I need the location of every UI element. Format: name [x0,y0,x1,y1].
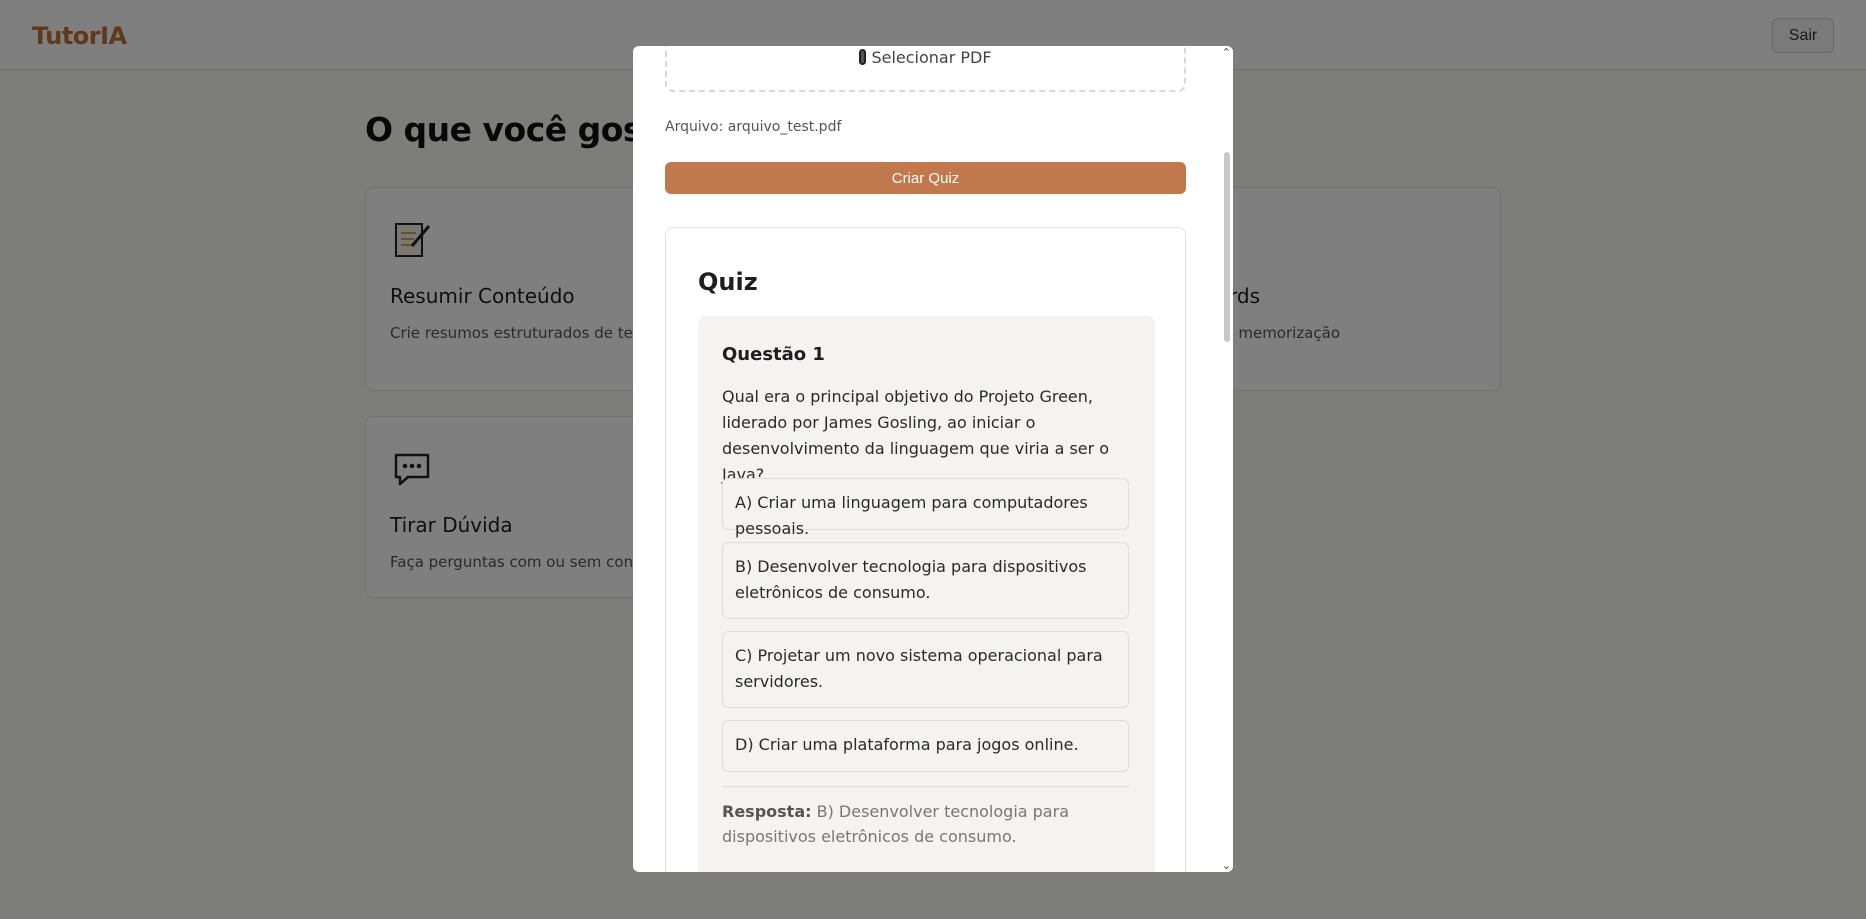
selected-file-label: Arquivo: arquivo_test.pdf [665,119,842,135]
quiz-modal: Selecionar PDF Arquivo: arquivo_test.pdf… [633,46,1233,872]
scrollbar-thumb[interactable] [1224,152,1230,342]
modal-scrollbar[interactable]: ⌃ ⌄ [1219,46,1233,872]
quiz-panel: Quiz Questão 1 Qual era o principal obje… [665,227,1186,872]
question-text: Qual era o principal objetivo do Projeto… [722,387,1110,484]
paperclip-icon [859,49,867,65]
answer-reveal: Resposta: B) Desenvolver tecnologia para… [722,799,1122,849]
question-card: Questão 1 Qual era o principal objetivo … [698,316,1155,872]
question-title: Questão 1 [722,344,825,365]
answer-option-b[interactable]: B) Desenvolver tecnologia para dispositi… [722,542,1129,619]
divider [722,786,1129,787]
select-pdf-dropzone[interactable]: Selecionar PDF [665,46,1186,92]
answer-label: Resposta: [722,802,812,821]
answer-option-d[interactable]: D) Criar uma plataforma para jogos onlin… [722,720,1129,772]
answer-option-c[interactable]: C) Projetar um novo sistema operacional … [722,631,1129,708]
scroll-down-icon[interactable]: ⌄ [1222,859,1231,872]
answer-option-a[interactable]: A) Criar uma linguagem para computadores… [722,478,1129,538]
create-quiz-button[interactable]: Criar Quiz [665,162,1186,194]
quiz-title: Quiz [698,268,758,296]
scroll-up-icon[interactable]: ⌃ [1222,46,1231,59]
select-pdf-label: Selecionar PDF [871,48,992,67]
